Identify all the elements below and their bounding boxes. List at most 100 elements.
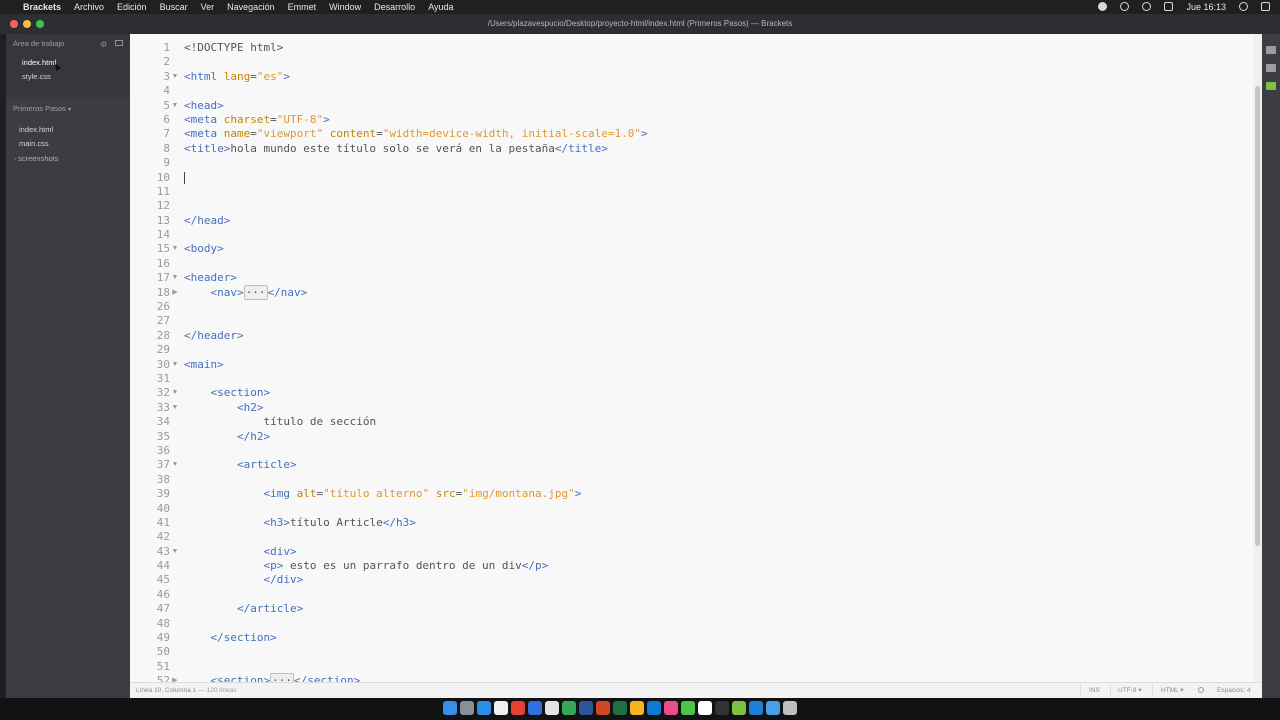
menu-list-icon[interactable] — [1261, 2, 1270, 11]
working-file-index[interactable]: index.html — [22, 58, 56, 67]
menu-item-archivo[interactable]: Archivo — [74, 0, 104, 14]
code-line[interactable]: <title>hola mundo este título solo se ve… — [184, 142, 648, 156]
word-icon[interactable] — [579, 701, 593, 715]
code-line[interactable] — [184, 617, 648, 631]
keynote-icon[interactable] — [528, 701, 542, 715]
code-line[interactable]: <img alt="título alterno" src="img/monta… — [184, 487, 648, 501]
scrollbar-thumb[interactable] — [1255, 86, 1260, 546]
code-line[interactable] — [184, 199, 648, 213]
code-line[interactable]: <article> — [184, 458, 648, 472]
code-line[interactable]: </h2> — [184, 430, 648, 444]
extension-icon[interactable] — [1120, 2, 1130, 11]
preview-icon[interactable] — [545, 701, 559, 715]
project-title[interactable]: Primeros Pasos ▾ — [13, 104, 71, 113]
close-window-button[interactable] — [10, 20, 18, 28]
menu-item-emmet[interactable]: Emmet — [288, 0, 317, 14]
fold-toggle-icon[interactable]: ▼ — [170, 358, 180, 372]
fold-toggle-icon[interactable]: ▼ — [170, 401, 180, 415]
code-line[interactable]: </header> — [184, 329, 648, 343]
code-line[interactable]: título de sección — [184, 415, 648, 429]
fold-toggle-icon[interactable]: ▼ — [170, 271, 180, 285]
fold-toggle-icon[interactable]: ▶ — [170, 286, 180, 300]
menu-item-edicion[interactable]: Edición — [117, 0, 147, 14]
vscode-icon[interactable] — [647, 701, 661, 715]
zoom-window-button[interactable] — [36, 20, 44, 28]
menu-item-window[interactable]: Window — [329, 0, 361, 14]
code-line[interactable] — [184, 300, 648, 314]
menu-item-ver[interactable]: Ver — [201, 0, 215, 14]
fold-toggle-icon[interactable]: ▼ — [170, 458, 180, 472]
project-file-main[interactable]: main.css — [19, 139, 49, 148]
code-line[interactable] — [184, 343, 648, 357]
folder-icon[interactable] — [766, 701, 780, 715]
code-line[interactable]: <meta name="viewport" content="width=dev… — [184, 127, 648, 141]
code-line[interactable]: <head> — [184, 99, 648, 113]
record-icon[interactable] — [1098, 2, 1108, 11]
code-line[interactable] — [184, 156, 648, 170]
project-file-index[interactable]: index.html — [19, 125, 53, 134]
code-line[interactable] — [184, 372, 648, 386]
airplay-icon[interactable] — [1164, 2, 1174, 11]
code-line[interactable] — [184, 55, 648, 69]
code-line[interactable] — [184, 530, 648, 544]
search-icon[interactable] — [1239, 2, 1248, 11]
android-icon[interactable] — [732, 701, 746, 715]
code-line[interactable] — [184, 84, 648, 98]
code-line[interactable]: <html lang="es"> — [184, 70, 648, 84]
code-line[interactable]: <main> — [184, 358, 648, 372]
chrome-icon[interactable] — [511, 701, 525, 715]
code-line[interactable] — [184, 444, 648, 458]
code-line[interactable]: <p> esto es un parrafo dentro de un div<… — [184, 559, 648, 573]
code-line[interactable]: <header> — [184, 271, 648, 285]
code-line[interactable]: </article> — [184, 602, 648, 616]
menu-item-app[interactable]: Brackets — [23, 0, 61, 14]
photos-icon[interactable] — [698, 701, 712, 715]
code-line[interactable]: </head> — [184, 214, 648, 228]
fold-toggle-icon[interactable]: ▼ — [170, 242, 180, 256]
safari-icon[interactable] — [477, 701, 491, 715]
code-line[interactable] — [184, 645, 648, 659]
itunes-icon[interactable] — [664, 701, 678, 715]
fold-toggle-icon[interactable]: ▼ — [170, 545, 180, 559]
code-line[interactable]: </section> — [184, 631, 648, 645]
fold-toggle-icon[interactable]: ▼ — [170, 70, 180, 84]
sketch-icon[interactable] — [630, 701, 644, 715]
fold-toggle-icon[interactable]: ▼ — [170, 99, 180, 113]
code-line[interactable]: <section> — [184, 386, 648, 400]
code-line[interactable]: <meta charset="UTF-8"> — [184, 113, 648, 127]
menu-item-desarrollo[interactable]: Desarrollo — [374, 0, 415, 14]
excel-icon[interactable] — [613, 701, 627, 715]
language-select[interactable]: HTML ▾ — [1161, 683, 1184, 698]
extension-manager-icon[interactable] — [1266, 64, 1276, 72]
editor-scrollbar[interactable] — [1253, 34, 1262, 682]
menu-item-buscar[interactable]: Buscar — [160, 0, 188, 14]
terminal-icon[interactable] — [715, 701, 729, 715]
project-dropdown-icon[interactable]: ▾ — [68, 107, 71, 113]
code-line[interactable] — [184, 185, 648, 199]
menu-item-ayuda[interactable]: Ayuda — [428, 0, 453, 14]
code-line[interactable]: <h3>título Article</h3> — [184, 516, 648, 530]
code-line[interactable] — [184, 171, 648, 185]
code-line[interactable] — [184, 502, 648, 516]
linter-status-icon[interactable] — [1198, 687, 1204, 693]
indent-spaces[interactable]: Espacios: 4 — [1217, 683, 1251, 698]
gear-icon[interactable]: ⚙ — [100, 40, 107, 49]
launchpad-icon[interactable] — [460, 701, 474, 715]
textedit-icon[interactable] — [494, 701, 508, 715]
code-line[interactable] — [184, 228, 648, 242]
split-view-icon[interactable] — [115, 40, 123, 46]
code-line[interactable] — [184, 314, 648, 328]
minimize-window-button[interactable] — [23, 20, 31, 28]
fold-toggle-icon[interactable]: ▶ — [170, 674, 180, 682]
code-line[interactable] — [184, 473, 648, 487]
project-folder-screenshots[interactable]: › screenshots — [14, 154, 59, 163]
code-line[interactable]: <h2> — [184, 401, 648, 415]
code-line[interactable]: <nav> ··· </nav> — [184, 284, 648, 300]
code-editor[interactable]: 1 2 3 4 5 6 7 8 9 10 11 12 13 14 15 16 17 18 26 27 28 29 30 31 3… — [130, 34, 1253, 682]
fold-toggle-icon[interactable]: ▼ — [170, 386, 180, 400]
folder-expand-icon[interactable]: › — [14, 157, 16, 163]
insert-mode-toggle[interactable]: INS — [1089, 683, 1100, 698]
wifi-icon[interactable] — [1142, 2, 1152, 11]
code-line[interactable]: <div> — [184, 545, 648, 559]
code-line[interactable] — [184, 588, 648, 602]
